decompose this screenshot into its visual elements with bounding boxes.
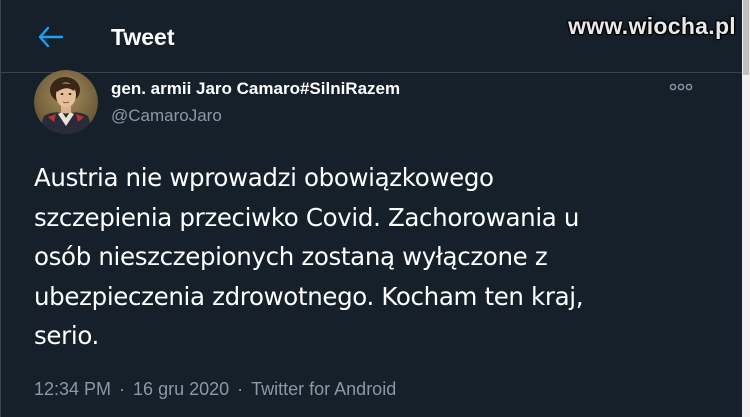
- tweet-meta: 12:34 PM · 16 gru 2020 · Twitter for Android: [34, 377, 396, 401]
- back-button[interactable]: [31, 17, 71, 57]
- scrollbar-thumb[interactable]: [743, 0, 749, 75]
- scrollbar[interactable]: [742, 0, 750, 417]
- portrait-avatar: [34, 70, 98, 134]
- meta-separator: ·: [119, 379, 126, 399]
- tweet-time[interactable]: 12:34 PM: [34, 379, 111, 399]
- author-handle[interactable]: @CamaroJaro: [111, 105, 222, 127]
- arrow-left-icon: [38, 26, 64, 48]
- tweet-text: Austria nie wprowadzi obowiązkowego szcz…: [34, 163, 584, 350]
- author-display-name[interactable]: gen. armii Jaro Camaro#SilniRazem: [111, 78, 400, 100]
- more-options-icon: [669, 83, 693, 91]
- meta-separator: ·: [237, 379, 244, 399]
- app-window: Tweet www.wiocha.pl gen. armii Jaro Cama…: [0, 0, 750, 417]
- more-options-button[interactable]: [667, 78, 695, 96]
- tweet-date[interactable]: 16 gru 2020: [133, 379, 229, 399]
- avatar[interactable]: [34, 70, 98, 134]
- tweet-source[interactable]: Twitter for Android: [251, 379, 396, 399]
- watermark: www.wiocha.pl: [568, 13, 736, 39]
- page-title: Tweet: [111, 24, 175, 50]
